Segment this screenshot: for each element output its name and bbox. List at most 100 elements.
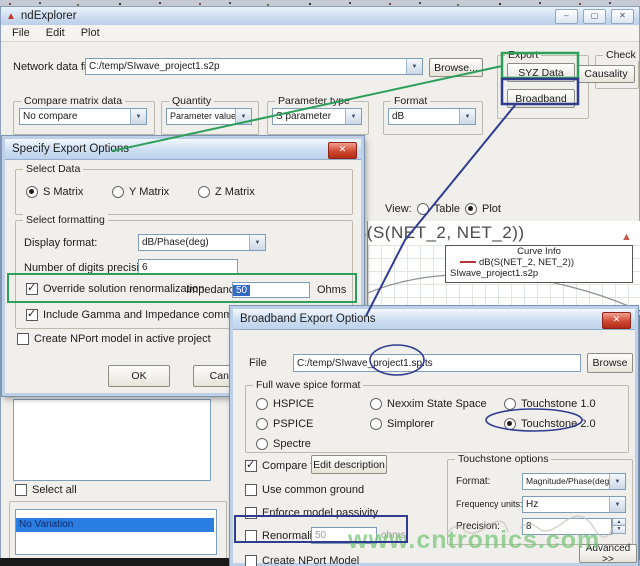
spice-format-groupbox: Full wave spice format HSPICE PSPICE Spe… bbox=[245, 385, 629, 453]
digits-precision-field[interactable]: 6 bbox=[138, 259, 238, 275]
warning-triangle-icon[interactable]: ▲ bbox=[621, 231, 632, 243]
format-combo[interactable]: dB ▼ bbox=[388, 108, 476, 125]
plot-legend: Curve Info dB(S(NET_2, NET_2)) SIwave_pr… bbox=[445, 245, 633, 283]
touchstone1-label: Touchstone 1.0 bbox=[521, 398, 596, 410]
chevron-down-icon[interactable]: ▼ bbox=[235, 109, 251, 124]
hspice-radio[interactable] bbox=[256, 398, 268, 410]
create-nport-label: Create NPort Model bbox=[262, 555, 359, 566]
menu-file[interactable]: File bbox=[5, 26, 37, 40]
maximize-button[interactable]: ▢ bbox=[583, 9, 606, 24]
menu-edit[interactable]: Edit bbox=[39, 26, 72, 40]
touchstone-options-label: Touchstone options bbox=[455, 453, 551, 465]
passivity-label: Enforce model passivity bbox=[262, 507, 378, 519]
view-row: View: Table Plot bbox=[385, 203, 501, 215]
view-table-radio[interactable] bbox=[417, 203, 429, 215]
impedance-field[interactable]: 50 bbox=[232, 282, 310, 298]
site-watermark: www.cntronics.com bbox=[348, 526, 600, 555]
close-button[interactable]: ✕ bbox=[611, 9, 634, 24]
gamma-row: Include Gamma and Impedance comments bbox=[26, 309, 253, 321]
renormalize-checkbox[interactable] bbox=[245, 530, 257, 542]
menu-plot[interactable]: Plot bbox=[74, 26, 107, 40]
ts-precision-spinner[interactable]: ▲ ▼ bbox=[612, 518, 626, 535]
select-all-label: Select all bbox=[32, 484, 77, 496]
override-renorm-label: Override solution renormalization bbox=[43, 283, 204, 295]
nport-row: Create NPort model in active project bbox=[17, 333, 211, 345]
chevron-down-icon[interactable]: ▼ bbox=[609, 497, 625, 512]
broadband-close-icon[interactable]: ✕ bbox=[602, 312, 631, 329]
broadband-dialog-titlebar[interactable]: Broadband Export Options bbox=[233, 309, 635, 330]
broadband-button[interactable]: Broadband bbox=[507, 89, 575, 108]
ok-button[interactable]: OK bbox=[108, 365, 170, 387]
port-listbox[interactable] bbox=[13, 399, 211, 481]
spectre-option: Spectre bbox=[256, 438, 311, 450]
gamma-checkbox[interactable] bbox=[26, 309, 38, 321]
syz-data-button[interactable]: SYZ Data bbox=[507, 63, 575, 82]
digits-precision-label: Number of digits precision: bbox=[24, 262, 154, 274]
export-group-label: Export bbox=[505, 49, 541, 61]
display-format-combo[interactable]: dB/Phase(deg) ▼ bbox=[138, 234, 266, 251]
create-nport-checkbox[interactable] bbox=[245, 555, 257, 566]
plot-title: dB(S(NET_2, NET_2)) bbox=[345, 223, 525, 243]
causality-button[interactable]: Causality bbox=[577, 65, 635, 83]
impedance-selected-text: 50 bbox=[233, 285, 250, 296]
nexxim-radio[interactable] bbox=[370, 398, 382, 410]
format-combo-value: dB bbox=[389, 109, 459, 124]
select-data-groupbox: Select Data S Matrix Y Matrix Z Matrix bbox=[15, 169, 353, 215]
compare-group-label: Compare matrix data bbox=[21, 95, 125, 107]
network-file-combo[interactable]: C:/temp/SIwave_project1.s2p ▼ bbox=[85, 58, 423, 75]
chevron-down-icon[interactable]: ▼ bbox=[249, 235, 265, 250]
compare-combo[interactable]: No compare ▼ bbox=[19, 108, 147, 125]
ts-format-label: Format: bbox=[456, 476, 490, 487]
quantity-combo[interactable]: Parameter values ▼ bbox=[166, 108, 252, 125]
chevron-down-icon[interactable]: ▼ bbox=[459, 109, 475, 124]
nport-label: Create NPort model in active project bbox=[34, 333, 211, 345]
specify-close-icon[interactable]: ✕ bbox=[328, 142, 357, 159]
spinner-down-icon[interactable]: ▼ bbox=[612, 526, 626, 534]
check-group-label: Check bbox=[603, 49, 639, 61]
view-label: View: bbox=[385, 203, 412, 215]
legend-header: Curve Info bbox=[446, 246, 632, 257]
compare-fit-checkbox[interactable] bbox=[245, 460, 257, 472]
pspice-radio[interactable] bbox=[256, 418, 268, 430]
passivity-checkbox[interactable] bbox=[245, 507, 257, 519]
common-ground-checkbox[interactable] bbox=[245, 484, 257, 496]
chevron-down-icon[interactable]: ▼ bbox=[345, 109, 361, 124]
chevron-down-icon[interactable]: ▼ bbox=[130, 109, 146, 124]
screen: ▲ ndExplorer – ▢ ✕ File Edit Plot Networ… bbox=[0, 0, 640, 566]
file-field[interactable]: C:/temp/SIwave_project1.sp.ts bbox=[293, 354, 581, 372]
variation-listbox[interactable] bbox=[15, 509, 217, 555]
ts-freq-combo[interactable]: Hz ▼ bbox=[522, 496, 626, 513]
simplorer-option: Simplorer bbox=[370, 418, 434, 430]
create-nport-row: Create NPort Model bbox=[245, 555, 359, 566]
simplorer-label: Simplorer bbox=[387, 418, 434, 430]
variation-selected-row[interactable]: No Variation bbox=[16, 518, 214, 532]
parameter-type-combo[interactable]: S parameter ▼ bbox=[272, 108, 362, 125]
view-table-label: Table bbox=[434, 203, 460, 215]
s-matrix-radio[interactable] bbox=[26, 186, 38, 198]
y-matrix-radio[interactable] bbox=[112, 186, 124, 198]
view-plot-radio[interactable] bbox=[465, 203, 477, 215]
z-matrix-radio[interactable] bbox=[198, 186, 210, 198]
touchstone2-radio[interactable] bbox=[504, 418, 516, 430]
spectre-label: Spectre bbox=[273, 438, 311, 450]
browse-button[interactable]: Browse... bbox=[429, 58, 483, 77]
select-all-checkbox[interactable] bbox=[15, 484, 27, 496]
file-browse-button[interactable]: Browse bbox=[587, 353, 633, 373]
chevron-down-icon[interactable]: ▼ bbox=[406, 59, 422, 74]
touchstone1-option: Touchstone 1.0 bbox=[504, 398, 596, 410]
nport-checkbox[interactable] bbox=[17, 333, 29, 345]
spinner-up-icon[interactable]: ▲ bbox=[612, 518, 626, 526]
touchstone1-radio[interactable] bbox=[504, 398, 516, 410]
specify-dialog-titlebar[interactable]: Specify Export Options bbox=[5, 139, 361, 160]
override-renorm-checkbox[interactable] bbox=[26, 283, 38, 295]
y-matrix-option: Y Matrix bbox=[112, 186, 169, 198]
chevron-down-icon[interactable]: ▼ bbox=[609, 474, 625, 489]
minimize-button[interactable]: – bbox=[555, 9, 578, 24]
spectre-radio[interactable] bbox=[256, 438, 268, 450]
ts-format-combo[interactable]: Magnitude/Phase(deg) ▼ bbox=[522, 473, 626, 490]
edit-description-button[interactable]: Edit description bbox=[311, 455, 387, 474]
common-ground-row: Use common ground bbox=[245, 484, 364, 496]
file-label: File bbox=[249, 357, 267, 369]
simplorer-radio[interactable] bbox=[370, 418, 382, 430]
ts-freq-value: Hz bbox=[523, 497, 609, 512]
